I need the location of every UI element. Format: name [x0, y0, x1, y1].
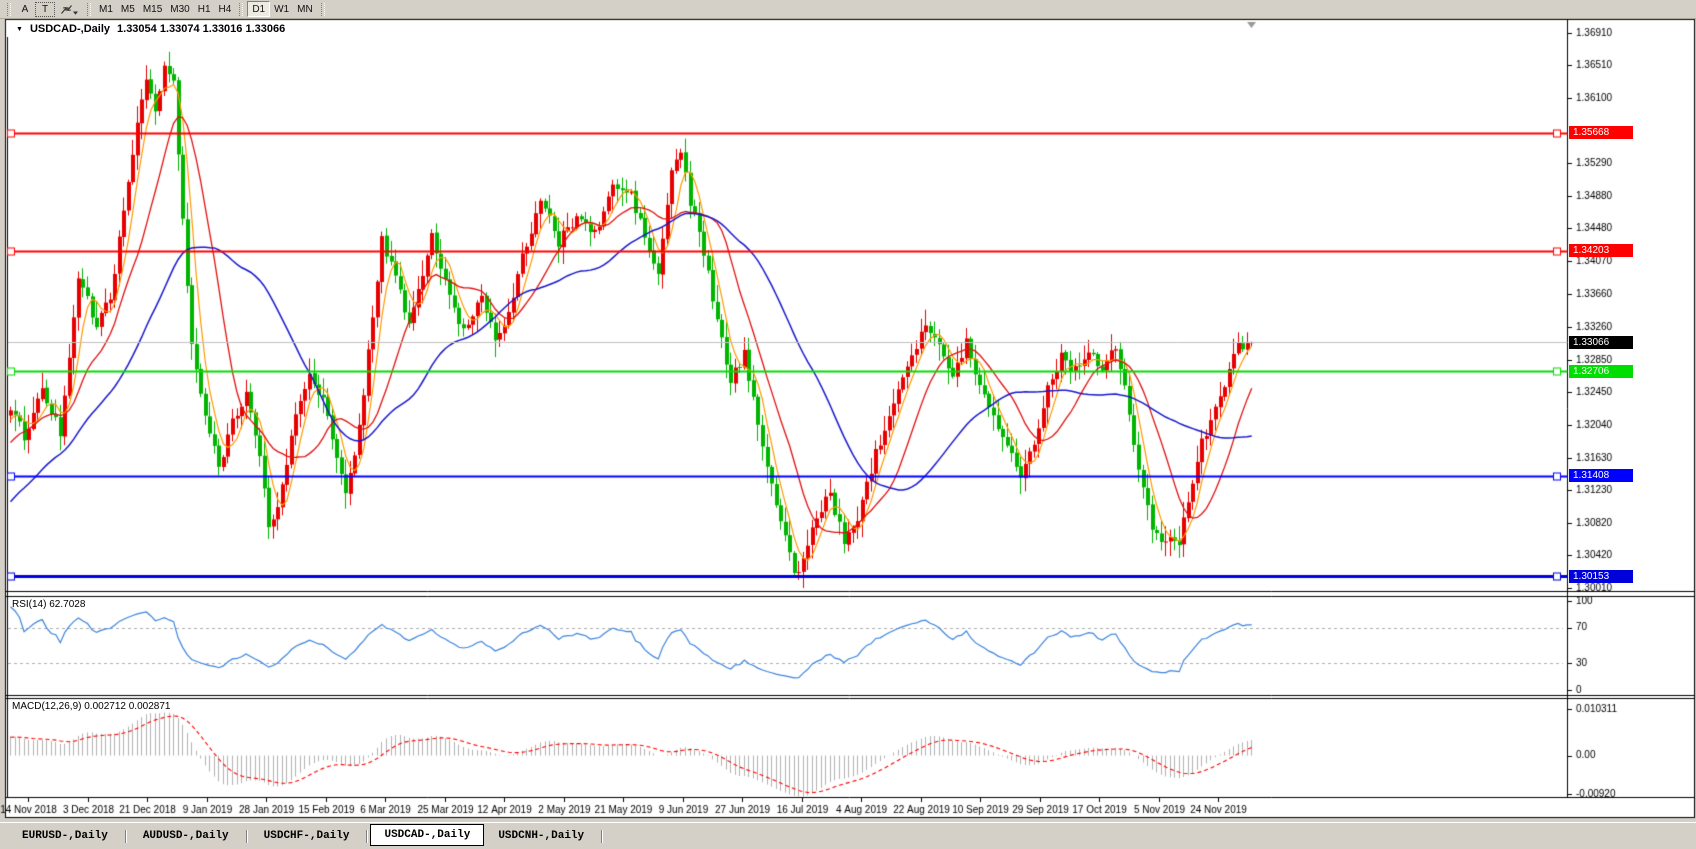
timeframe-h4-button[interactable]: H4 [215, 1, 236, 17]
toolbar-grip-3[interactable] [321, 3, 325, 16]
tab-eurusd[interactable]: EURUSD-,Daily [8, 826, 122, 846]
chart-symbol-title: USDCAD-,Daily [30, 23, 110, 35]
price-tag-current-price: 1.33066 [1569, 336, 1633, 349]
tab-audusd[interactable]: AUDUSD-,Daily [129, 826, 243, 846]
trading-terminal: { "toolbar": { "tool_a_label": "A", "too… [0, 0, 1696, 849]
tool-t-button[interactable]: T [35, 2, 55, 17]
toolbar-grip[interactable] [7, 3, 11, 16]
tool-a-button[interactable]: A [15, 1, 35, 17]
price-tag-support-green: 1.32706 [1569, 365, 1633, 378]
chart-title-bar: ▼ USDCAD-,Daily 1.33054 1.33074 1.33016 … [16, 23, 285, 35]
tab-separator [366, 830, 367, 843]
timeframe-h1-button[interactable]: H1 [194, 1, 215, 17]
timeframe-m1-button[interactable]: M1 [95, 1, 117, 17]
price-tag-resistance-lower: 1.34203 [1569, 244, 1633, 257]
price-tag-resistance-upper: 1.35668 [1569, 126, 1633, 139]
timeframe-m15-button[interactable]: M15 [139, 1, 166, 17]
timeframe-m30-button[interactable]: M30 [166, 1, 193, 17]
top-toolbar: A T M1M5M15M30H1H4 D1W1MN [0, 0, 1696, 19]
toolbar-grip-2[interactable] [87, 3, 91, 16]
tab-usdcad[interactable]: USDCAD-,Daily [370, 824, 484, 846]
arrows-tool-icon [59, 3, 79, 16]
tab-usdchf[interactable]: USDCHF-,Daily [250, 826, 364, 846]
symbol-dropdown-icon[interactable]: ▼ [16, 26, 23, 33]
toolbar-separator [239, 3, 243, 16]
chart-ohlc-values: 1.33054 1.33074 1.33016 1.33066 [117, 23, 285, 35]
timeframe-m5-button[interactable]: M5 [117, 1, 139, 17]
timeframe-group: M1M5M15M30H1H4 D1W1MN [95, 1, 317, 17]
rsi-indicator-label: RSI(14) 62.7028 [12, 599, 85, 610]
timeframe-w1-button[interactable]: W1 [270, 1, 293, 17]
timeframe-d1-button[interactable]: D1 [247, 1, 270, 17]
price-tag-support-blue-low: 1.30153 [1569, 570, 1633, 583]
tab-separator [125, 830, 126, 843]
tab-separator [246, 830, 247, 843]
tab-usdcnh[interactable]: USDCNH-,Daily [484, 826, 598, 846]
price-tag-support-blue: 1.31408 [1569, 469, 1633, 482]
tab-separator [601, 830, 602, 843]
macd-indicator-label: MACD(12,26,9) 0.002712 0.002871 [12, 701, 170, 712]
chart-canvas[interactable] [0, 0, 1696, 849]
symbol-tab-bar: EURUSD-,Daily AUDUSD-,Daily USDCHF-,Daily U… [0, 822, 1696, 849]
timeframe-mn-button[interactable]: MN [293, 1, 317, 17]
arrows-dropdown-button[interactable] [55, 1, 83, 17]
